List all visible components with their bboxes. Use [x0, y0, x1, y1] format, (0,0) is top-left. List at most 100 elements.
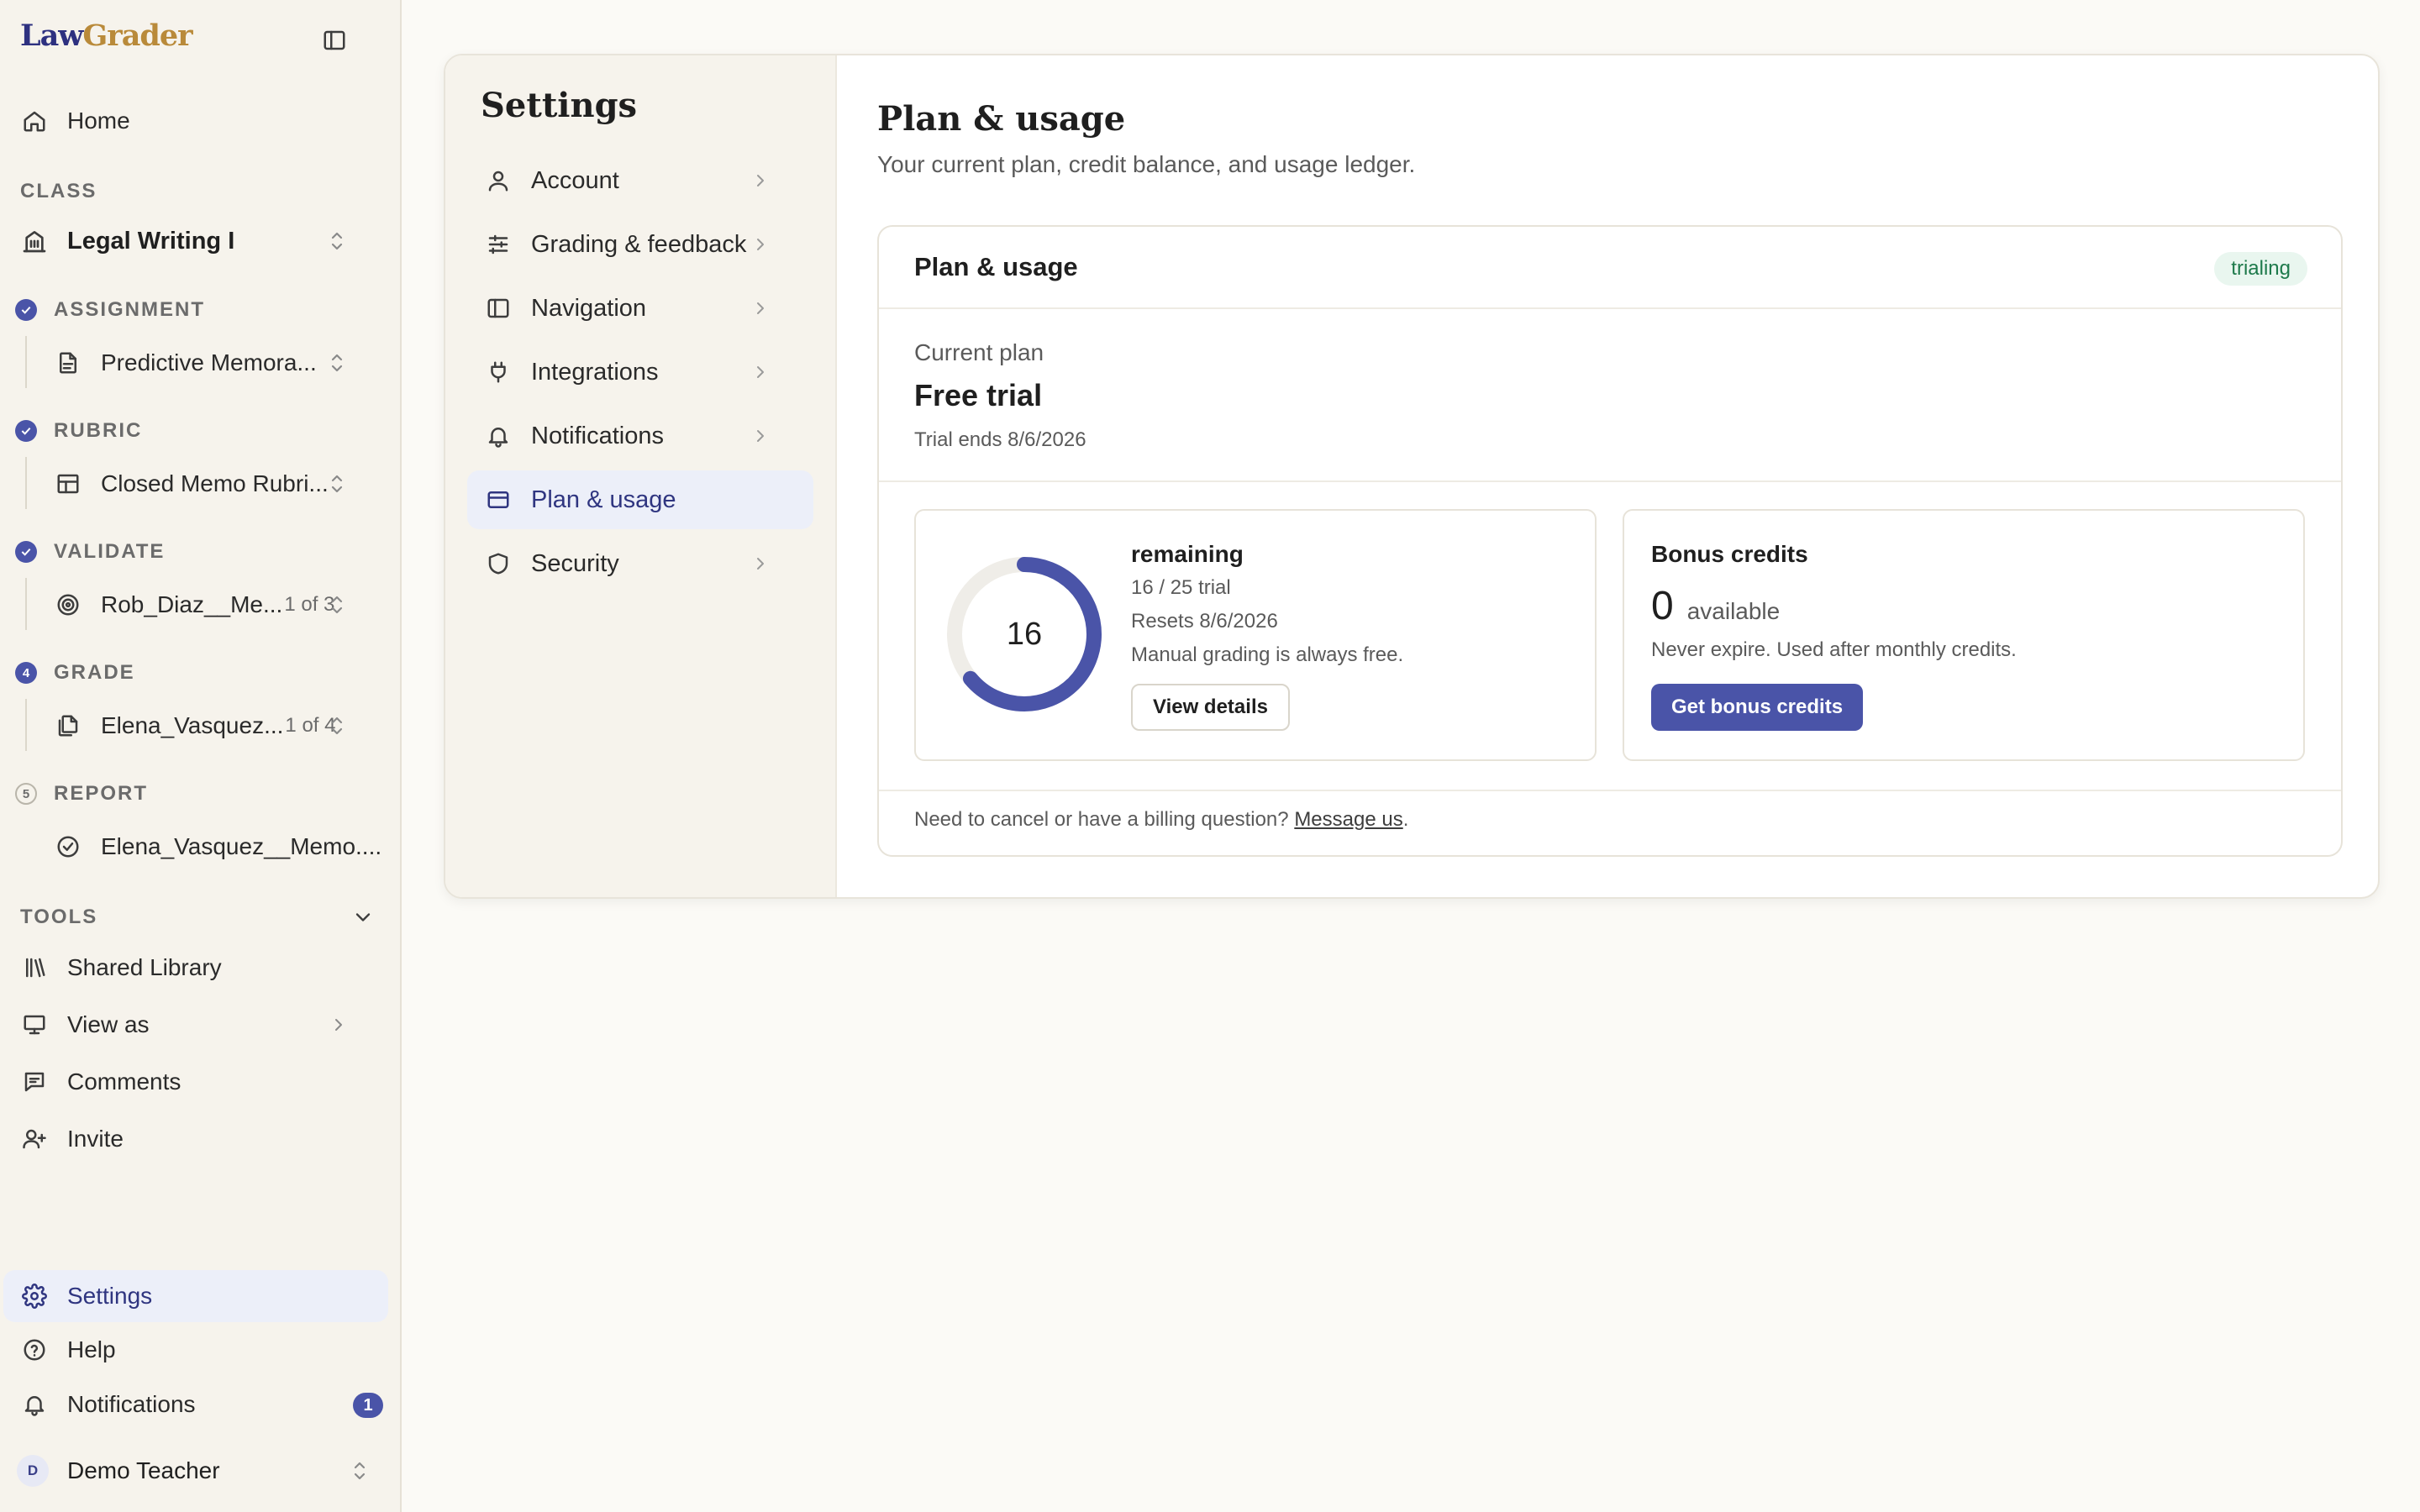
step-assignment: ASSIGNMENT — [15, 298, 205, 322]
chevron-up-down-icon — [323, 470, 351, 498]
chevron-up-down-icon — [323, 349, 351, 377]
bonus-available-label: available — [1686, 598, 1781, 624]
notifications-count-badge: 1 — [353, 1393, 383, 1418]
remaining-label: remaining — [1131, 541, 1244, 567]
comment-icon — [20, 1068, 49, 1096]
sliders-icon — [484, 230, 513, 259]
step-number-badge: 5 — [15, 783, 37, 805]
check-badge-icon — [15, 420, 37, 442]
settings-nav-grading[interactable]: Grading & feedback — [467, 215, 813, 274]
sidebar: LawGrader Home CLASS Legal Writing I ASS… — [0, 0, 402, 1512]
brand-logo[interactable]: LawGrader — [20, 18, 193, 53]
table-icon — [54, 470, 82, 498]
chevron-right-icon — [746, 166, 775, 195]
chevron-up-down-icon — [323, 711, 351, 740]
chevron-right-icon — [746, 358, 775, 386]
chevron-down-icon[interactable] — [351, 906, 375, 929]
assignment-selector[interactable]: Predictive Memora... — [54, 342, 387, 384]
panel-left-icon — [484, 294, 513, 323]
chevron-right-icon — [746, 230, 775, 259]
rubric-selector[interactable]: Closed Memo Rubri... — [54, 463, 387, 505]
sidebar-item-label: Help — [67, 1336, 116, 1362]
credits-box: 16 remaining 16 / 25 trial Resets 8/6/20… — [914, 509, 1597, 761]
plan-usage-card: Plan & usage trialing Current plan Free … — [877, 225, 2343, 857]
sidebar-item-label: Comments — [67, 1068, 182, 1095]
settings-nav-notifications[interactable]: Notifications — [467, 407, 813, 465]
document-icon — [54, 349, 82, 377]
usage-line: 16 / 25 trial — [1131, 576, 1231, 599]
sidebar-item-view-as[interactable]: View as — [20, 1004, 387, 1046]
user-plus-icon — [20, 1125, 49, 1153]
settings-nav-navigation[interactable]: Navigation — [467, 279, 813, 338]
trial-ends: Trial ends 8/6/2026 — [914, 428, 1086, 451]
settings-nav-security[interactable]: Security — [467, 534, 813, 593]
settings-content: Plan & usage Your current plan, credit b… — [837, 55, 2378, 897]
check-circle-icon — [54, 832, 82, 861]
user-icon — [484, 166, 513, 195]
class-section-label: CLASS — [20, 180, 97, 202]
sidebar-item-invite[interactable]: Invite — [20, 1118, 124, 1160]
step-validate: VALIDATE — [15, 540, 165, 564]
sidebar-item-settings[interactable]: Settings — [3, 1270, 388, 1322]
library-icon — [20, 953, 49, 982]
class-name: Legal Writing I — [67, 227, 235, 255]
current-plan-label: Current plan — [914, 339, 1044, 365]
check-badge-icon — [15, 541, 37, 563]
bonus-title: Bonus credits — [1651, 541, 1808, 567]
presentation-icon — [20, 1011, 49, 1039]
report-selector[interactable]: Elena_Vasquez__Memo.... — [54, 826, 387, 868]
chevron-right-icon — [746, 422, 775, 450]
user-name: Demo Teacher — [67, 1457, 220, 1483]
sidebar-item-label: Home — [67, 108, 130, 134]
page-title: Plan & usage — [877, 99, 1126, 139]
step-rubric: RUBRIC — [15, 419, 142, 443]
card-title: Plan & usage — [914, 252, 1078, 281]
chevron-right-icon — [324, 1011, 353, 1039]
user-menu[interactable]: D Demo Teacher — [17, 1450, 387, 1492]
credit-card-icon — [484, 486, 513, 514]
sidebar-item-label: Settings — [67, 1283, 153, 1309]
home-icon — [20, 107, 49, 135]
class-selector[interactable]: Legal Writing I — [20, 220, 387, 262]
page-subtitle: Your current plan, credit balance, and u… — [877, 151, 1416, 177]
bonus-note: Never expire. Used after monthly credits… — [1651, 638, 2017, 661]
chevron-up-down-icon — [323, 591, 351, 619]
bonus-amount: 0 available — [1651, 583, 1780, 629]
sidebar-item-home[interactable]: Home — [20, 100, 130, 142]
bonus-number: 0 — [1651, 584, 1674, 628]
credits-remaining-value: 16 — [1006, 616, 1043, 652]
settings-nav-integrations[interactable]: Integrations — [467, 343, 813, 402]
step-grade: 4 GRADE — [15, 661, 135, 685]
sidebar-toggle-icon[interactable] — [321, 27, 348, 54]
help-circle-icon — [20, 1336, 49, 1364]
bell-icon — [20, 1390, 49, 1419]
bonus-credits-box: Bonus credits 0 available Never expire. … — [1623, 509, 2305, 761]
sidebar-item-label: Shared Library — [67, 954, 222, 980]
status-badge: trialing — [2214, 252, 2307, 286]
target-icon — [54, 591, 82, 619]
bell-icon — [484, 422, 513, 450]
shield-icon — [484, 549, 513, 578]
chevron-right-icon — [746, 549, 775, 578]
sidebar-item-label: Invite — [67, 1126, 124, 1152]
sidebar-item-comments[interactable]: Comments — [20, 1061, 181, 1103]
settings-nav-account[interactable]: Account — [467, 151, 813, 210]
sidebar-item-notifications[interactable]: Notifications — [20, 1383, 196, 1425]
validate-selector[interactable]: Rob_Diaz__Me... 1 of 3 — [54, 584, 387, 626]
avatar: D — [17, 1455, 49, 1487]
message-us-link[interactable]: Message us — [1294, 808, 1402, 831]
plug-icon — [484, 358, 513, 386]
settings-nav: Settings Account Grading & feedback Navi… — [445, 55, 837, 897]
settings-nav-plan-usage[interactable]: Plan & usage — [467, 470, 813, 529]
check-badge-icon — [15, 299, 37, 321]
get-bonus-credits-button[interactable]: Get bonus credits — [1651, 684, 1864, 731]
settings-title: Settings — [481, 86, 638, 125]
chevron-right-icon — [746, 294, 775, 323]
building-icon — [20, 227, 49, 255]
reset-date: Resets 8/6/2026 — [1131, 610, 1278, 633]
plan-name: Free trial — [914, 378, 1043, 412]
grade-selector[interactable]: Elena_Vasquez... 1 of 4 — [54, 705, 387, 747]
sidebar-item-shared-library[interactable]: Shared Library — [20, 947, 222, 989]
sidebar-item-help[interactable]: Help — [20, 1329, 116, 1371]
view-details-button[interactable]: View details — [1131, 684, 1290, 731]
